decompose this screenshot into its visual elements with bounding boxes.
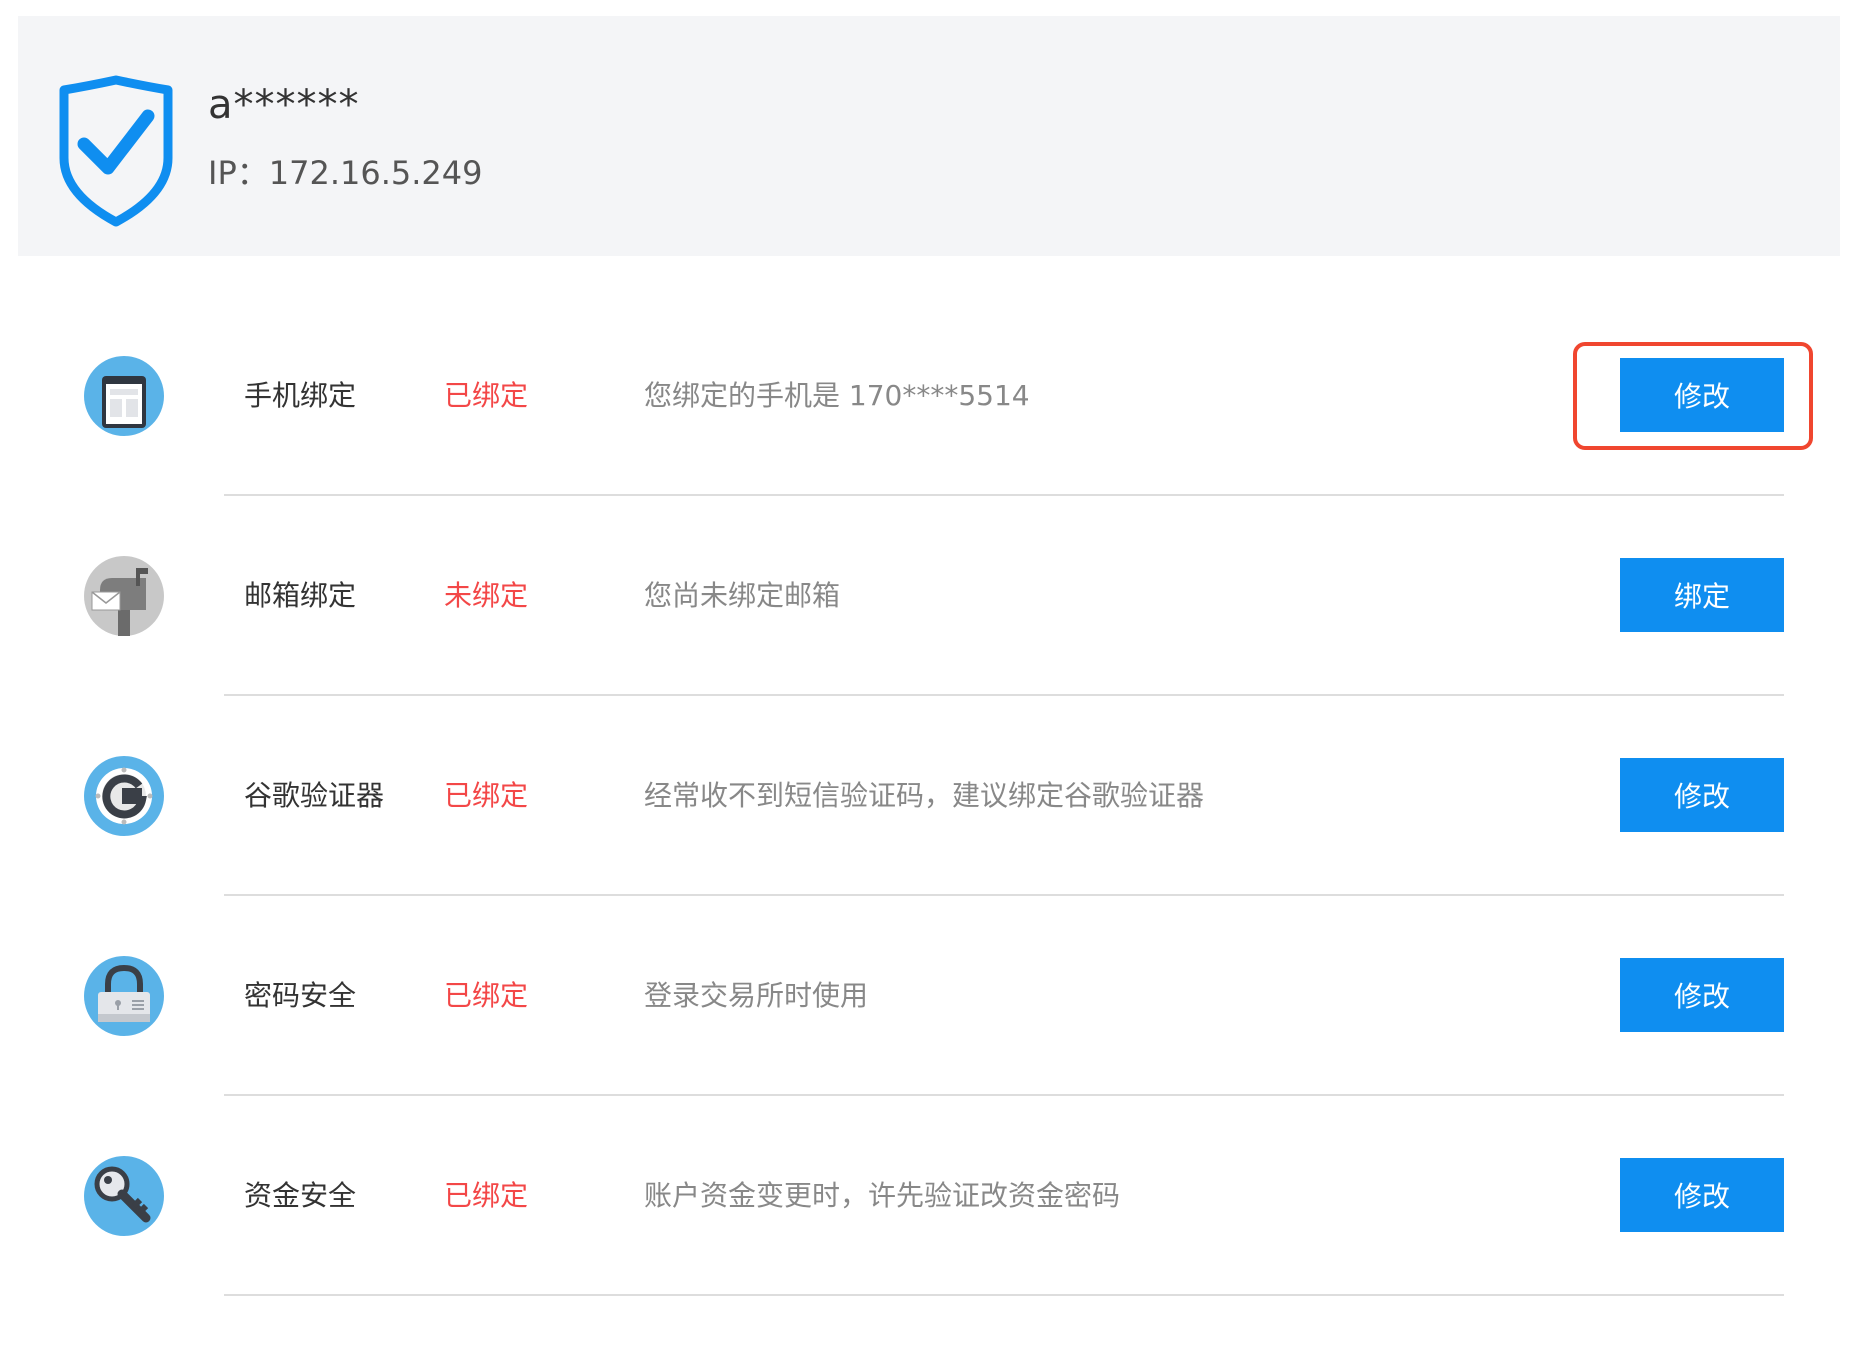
row-divider bbox=[224, 894, 1784, 896]
row-description: 账户资金变更时，许先验证改资金密码 bbox=[644, 1179, 1121, 1212]
google-authenticator-icon bbox=[84, 756, 164, 836]
status-label: 已绑定 bbox=[444, 979, 529, 1012]
security-row-email: 邮箱绑定 未绑定 您尚未绑定邮箱 绑定 bbox=[0, 500, 1854, 700]
row-title: 密码安全 bbox=[244, 979, 357, 1012]
mailbox-icon bbox=[84, 556, 164, 636]
row-description: 登录交易所时使用 bbox=[644, 979, 869, 1012]
row-divider bbox=[224, 694, 1784, 696]
security-row-phone: 手机绑定 已绑定 您绑定的手机是 170****5514 修改 bbox=[0, 300, 1854, 500]
row-description: 您尚未绑定邮箱 bbox=[644, 579, 841, 612]
modify-phone-button[interactable]: 修改 bbox=[1620, 358, 1784, 432]
row-title: 谷歌验证器 bbox=[244, 779, 385, 812]
security-row-password: 密码安全 已绑定 登录交易所时使用 修改 bbox=[0, 900, 1854, 1100]
bind-email-button[interactable]: 绑定 bbox=[1620, 558, 1784, 632]
row-description: 您绑定的手机是 170****5514 bbox=[644, 379, 1030, 412]
modify-google-authenticator-button[interactable]: 修改 bbox=[1620, 758, 1784, 832]
key-icon bbox=[84, 1156, 164, 1236]
shield-check-icon bbox=[59, 75, 173, 227]
phone-icon bbox=[84, 356, 164, 436]
row-divider bbox=[224, 494, 1784, 496]
row-description: 经常收不到短信验证码，建议绑定谷歌验证器 bbox=[644, 779, 1205, 812]
status-label: 已绑定 bbox=[444, 1179, 529, 1212]
modify-password-button[interactable]: 修改 bbox=[1620, 958, 1784, 1032]
account-username: a****** bbox=[208, 82, 360, 128]
row-divider bbox=[224, 1294, 1784, 1296]
security-row-fund: 资金安全 已绑定 账户资金变更时，许先验证改资金密码 修改 bbox=[0, 1100, 1854, 1300]
padlock-icon bbox=[84, 956, 164, 1036]
status-label: 已绑定 bbox=[444, 779, 529, 812]
row-divider bbox=[224, 1094, 1784, 1096]
row-title: 邮箱绑定 bbox=[244, 579, 357, 612]
status-label: 已绑定 bbox=[444, 379, 529, 412]
account-header: a****** IP：172.16.5.249 bbox=[18, 16, 1840, 256]
status-label: 未绑定 bbox=[444, 579, 529, 612]
account-ip: IP：172.16.5.249 bbox=[208, 154, 483, 192]
modify-fund-password-button[interactable]: 修改 bbox=[1620, 1158, 1784, 1232]
row-title: 手机绑定 bbox=[244, 379, 357, 412]
row-title: 资金安全 bbox=[244, 1179, 357, 1212]
security-row-google-authenticator: 谷歌验证器 已绑定 经常收不到短信验证码，建议绑定谷歌验证器 修改 bbox=[0, 700, 1854, 900]
